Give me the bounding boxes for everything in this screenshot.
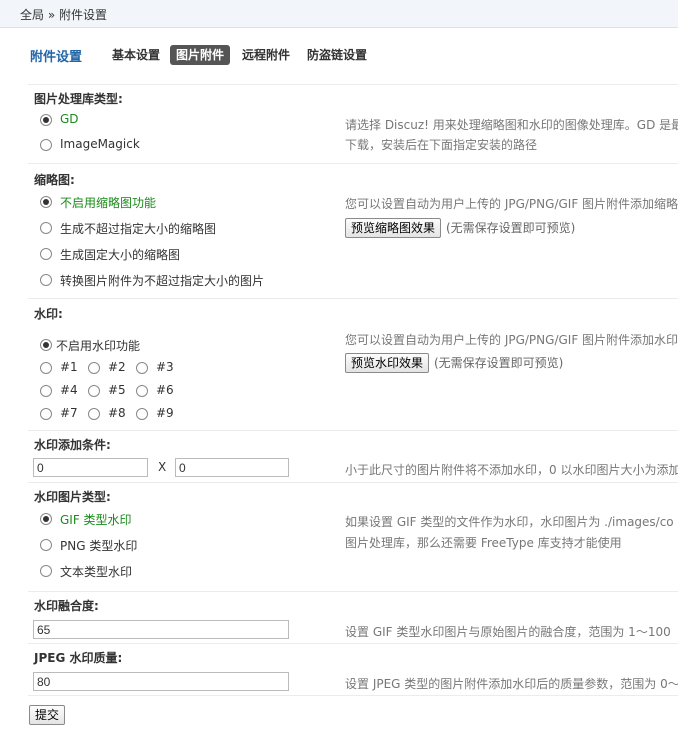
radio-watermark-pos-6[interactable] [136,385,148,397]
watermark-pos-7-label: #7 [60,406,78,420]
radio-watermark-pos-2[interactable] [88,362,100,374]
radio-watermark-pos-9[interactable] [136,408,148,420]
watermark-pos-4-label: #4 [60,383,78,397]
condition-tip: 小于此尺寸的图片附件将不添加水印，0 以水印图片大小为添加 [345,463,678,477]
thumb-tip: 您可以设置自动为用户上传的 JPG/PNG/GIF 图片附件添加缩略 [345,197,678,211]
image-lib-tip-2: 下载，安装后在下面指定安装的路径 [345,138,538,152]
divider [28,643,678,644]
watermark-label: 水印: [34,307,63,321]
radio-thumb-max[interactable] [40,222,52,234]
option-wm-png-label: PNG 类型水印 [60,539,138,553]
option-thumb-fixed-label: 生成固定大小的缩略图 [60,248,181,262]
breadcrumb-bar: 全局 » 附件设置 [0,0,678,28]
jpeg-quality-input[interactable] [33,672,289,691]
radio-watermark-pos-5[interactable] [88,385,100,397]
image-lib-label: 图片处理库类型: [34,92,123,106]
radio-thumb-disabled[interactable] [40,196,52,208]
submit-button[interactable]: 提交 [29,705,66,725]
radio-watermark-pos-4[interactable] [40,385,52,397]
watermark-tip: 您可以设置自动为用户上传的 JPG/PNG/GIF 图片附件添加水印 [345,333,678,347]
watermark-pos-2-label: #2 [108,360,126,374]
wm-type-label: 水印图片类型: [34,490,111,504]
wm-type-tip-2: 图片处理库，那么还需要 FreeType 库支持才能使用 [345,536,622,550]
watermark-min-height-input[interactable] [175,458,289,477]
option-thumb-convert-label: 转换图片附件为不超过指定大小的图片 [60,274,265,288]
option-thumb-disabled-label: 不启用缩略图功能 [60,196,157,210]
condition-label: 水印添加条件: [34,438,111,452]
tab-anti-leech[interactable]: 防盗链设置 [307,45,367,65]
wm-type-tip: 如果设置 GIF 类型的文件作为水印，水印图片为 ./images/co [345,515,674,529]
size-separator: X [158,460,167,474]
page-title: 附件设置 [30,50,83,65]
watermark-pos-9-label: #9 [156,406,174,420]
radio-watermark-pos-3[interactable] [136,362,148,374]
option-imagemagick-label: ImageMagick [60,137,140,151]
radio-gd[interactable] [40,114,52,126]
radio-imagemagick[interactable] [40,139,52,151]
watermark-pos-3-label: #3 [156,360,174,374]
option-gd-label: GD [60,112,79,126]
divider [28,84,678,85]
divider [28,482,678,483]
option-watermark-disabled-label: 不启用水印功能 [56,339,141,353]
radio-watermark-disabled[interactable] [40,339,52,351]
divider [28,695,678,696]
preview-watermark-button[interactable]: 预览水印效果 [345,353,430,373]
divider [28,163,678,164]
radio-watermark-pos-8[interactable] [88,408,100,420]
option-thumb-max-label: 生成不超过指定大小的缩略图 [60,222,217,236]
quality-label: JPEG 水印质量: [34,651,123,665]
tab-image-attachment[interactable]: 图片附件 [170,45,231,65]
radio-wm-gif[interactable] [40,513,52,525]
option-wm-gif-label: GIF 类型水印 [60,513,132,527]
quality-tip: 设置 JPEG 类型的图片附件添加水印后的质量参数，范围为 0～ [345,677,678,691]
radio-wm-png[interactable] [40,539,52,551]
divider [28,591,678,592]
radio-watermark-pos-7[interactable] [40,408,52,420]
radio-thumb-fixed[interactable] [40,248,52,260]
watermark-pos-1-label: #1 [60,360,78,374]
blend-tip: 设置 GIF 类型水印图片与原始图片的融合度，范围为 1～100 [345,625,671,639]
tab-remote-attachment[interactable]: 远程附件 [242,45,290,65]
radio-watermark-pos-1[interactable] [40,362,52,374]
radio-thumb-convert[interactable] [40,274,52,286]
watermark-pos-5-label: #5 [108,383,126,397]
preview-watermark-note: (无需保存设置即可预览) [434,356,564,370]
option-wm-text-label: 文本类型水印 [60,565,133,579]
image-lib-tip: 请选择 Discuz! 用来处理缩略图和水印的图像处理库。GD 是最 [345,118,678,132]
radio-wm-text[interactable] [40,565,52,577]
divider [28,298,678,299]
preview-thumb-button[interactable]: 预览缩略图效果 [345,218,442,238]
blend-label: 水印融合度: [34,599,99,613]
blend-input[interactable] [33,620,289,639]
watermark-pos-6-label: #6 [156,383,174,397]
preview-thumb-note: (无需保存设置即可预览) [446,221,576,235]
thumb-label: 缩略图: [34,173,75,187]
tab-basic[interactable]: 基本设置 [112,45,160,65]
watermark-min-width-input[interactable] [33,458,148,477]
watermark-pos-8-label: #8 [108,406,126,420]
divider [28,430,678,431]
breadcrumb: 全局 » 附件设置 [20,8,107,22]
